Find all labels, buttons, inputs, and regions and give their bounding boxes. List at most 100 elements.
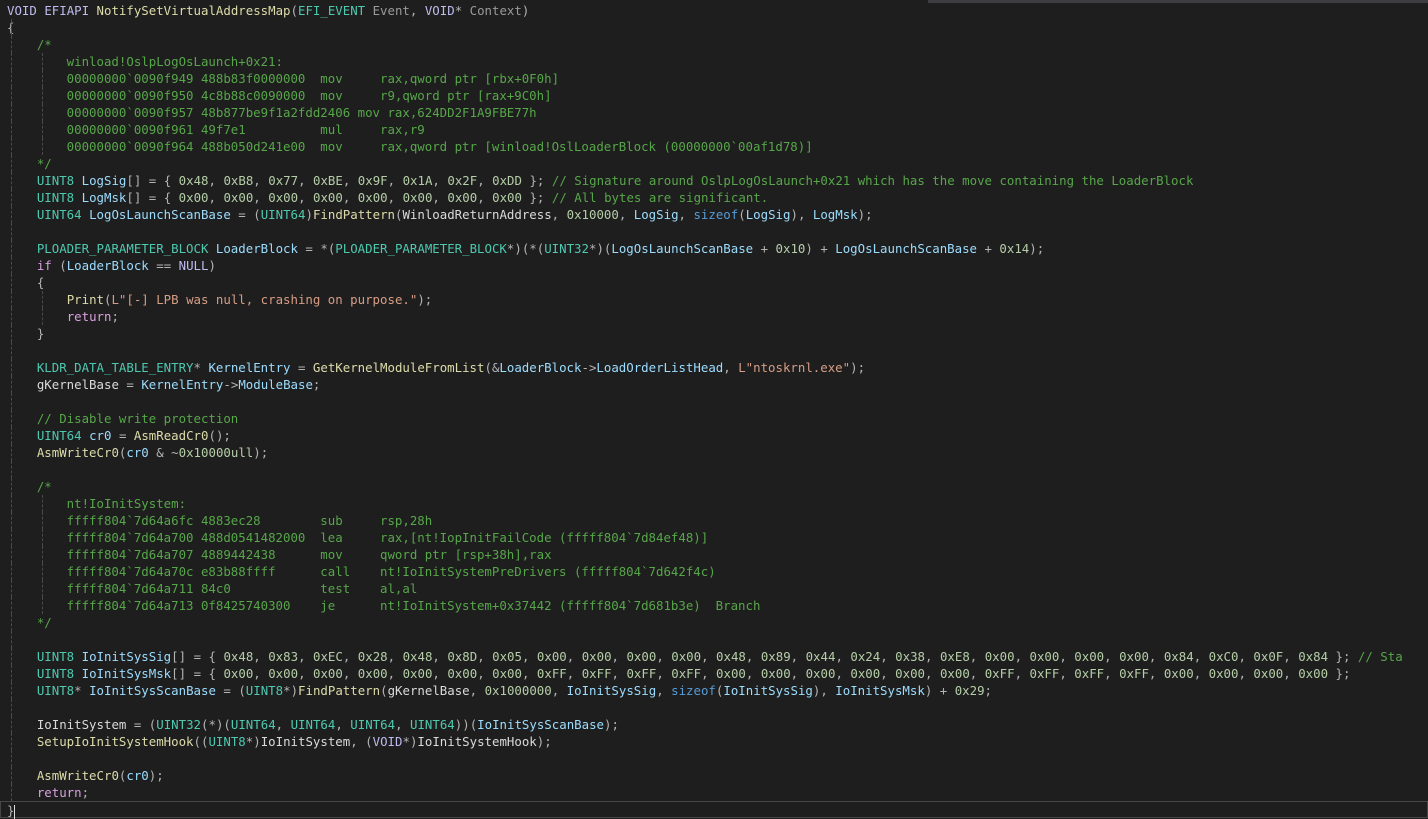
- code-line[interactable]: /*: [0, 478, 1428, 495]
- code-line[interactable]: UINT64 cr0 = AsmReadCr0();: [0, 427, 1428, 444]
- text-caret: [14, 804, 16, 819]
- code-line[interactable]: 00000000`0090f961 49f7e1 mul rax,r9: [0, 121, 1428, 138]
- code-line[interactable]: 00000000`0090f964 488b050d241e00 mov rax…: [0, 138, 1428, 155]
- indent-guide: [11, 70, 12, 87]
- indent-guide: [11, 750, 12, 767]
- code-line[interactable]: IoInitSystem = (UINT32(*)(UINT64, UINT64…: [0, 716, 1428, 733]
- code-line[interactable]: winload!OslpLogOsLaunch+0x21:: [0, 53, 1428, 70]
- code-line[interactable]: Print(L"[-] LPB was null, crashing on pu…: [0, 291, 1428, 308]
- indent-guide: [42, 563, 43, 580]
- indent-guide: [11, 716, 12, 733]
- indent-guide: [11, 563, 12, 580]
- code-line[interactable]: [0, 393, 1428, 410]
- indent-guide: [11, 138, 12, 155]
- indent-guide: [42, 308, 43, 325]
- code-line[interactable]: gKernelBase = KernelEntry->ModuleBase;: [0, 376, 1428, 393]
- code-line[interactable]: {: [0, 274, 1428, 291]
- code-line[interactable]: */: [0, 614, 1428, 631]
- code-line[interactable]: [0, 750, 1428, 767]
- code-line[interactable]: /*: [0, 36, 1428, 53]
- indent-guide: [11, 342, 12, 359]
- indent-guide: [11, 631, 12, 648]
- code-line[interactable]: 00000000`0090f957 48b877be9f1a2fdd2406 m…: [0, 104, 1428, 121]
- indent-guide: [11, 699, 12, 716]
- code-line[interactable]: UINT64 LogOsLaunchScanBase = (UINT64)Fin…: [0, 206, 1428, 223]
- indent-guide: [11, 359, 12, 376]
- indent-guide: [11, 257, 12, 274]
- code-line[interactable]: 00000000`0090f950 4c8b88c0090000 mov r9,…: [0, 87, 1428, 104]
- indent-guide: [11, 189, 12, 206]
- code-line[interactable]: return;: [0, 784, 1428, 801]
- code-line[interactable]: AsmWriteCr0(cr0 & ~0x10000ull);: [0, 444, 1428, 461]
- code-line[interactable]: [0, 342, 1428, 359]
- code-editor[interactable]: VOID EFIAPI NotifySetVirtualAddressMap(E…: [0, 2, 1428, 819]
- indent-guide: [11, 444, 12, 461]
- code-line[interactable]: return;: [0, 308, 1428, 325]
- indent-guide: [11, 580, 12, 597]
- indent-guide: [11, 172, 12, 189]
- indent-guide: [11, 546, 12, 563]
- indent-guide: [11, 427, 12, 444]
- indent-guide: [42, 104, 43, 121]
- indent-guide: [11, 733, 12, 750]
- code-line[interactable]: // Disable write protection: [0, 410, 1428, 427]
- indent-guide: [11, 19, 12, 36]
- code-line[interactable]: */: [0, 155, 1428, 172]
- code-line[interactable]: fffff804`7d64a711 84c0 test al,al: [0, 580, 1428, 597]
- indent-guide: [11, 155, 12, 172]
- code-line[interactable]: UINT8 LogSig[] = { 0x48, 0xB8, 0x77, 0xB…: [0, 172, 1428, 189]
- code-line[interactable]: [0, 631, 1428, 648]
- indent-guide: [42, 70, 43, 87]
- code-line[interactable]: UINT8 IoInitSysSig[] = { 0x48, 0x83, 0xE…: [0, 648, 1428, 665]
- indent-guide: [11, 308, 12, 325]
- code-line[interactable]: AsmWriteCr0(cr0);: [0, 767, 1428, 784]
- indent-guide: [11, 325, 12, 342]
- code-line[interactable]: fffff804`7d64a707 4889442438 mov qword p…: [0, 546, 1428, 563]
- indent-guide: [11, 461, 12, 478]
- indent-guide: [11, 121, 12, 138]
- code-line[interactable]: [0, 699, 1428, 716]
- code-line[interactable]: if (LoaderBlock == NULL): [0, 257, 1428, 274]
- code-line[interactable]: fffff804`7d64a700 488d0541482000 lea rax…: [0, 529, 1428, 546]
- indent-guide: [11, 682, 12, 699]
- indent-guide: [42, 138, 43, 155]
- indent-guide: [11, 36, 12, 53]
- indent-guide: [11, 767, 12, 784]
- indent-guide: [11, 410, 12, 427]
- indent-guide: [11, 240, 12, 257]
- code-line[interactable]: fffff804`7d64a6fc 4883ec28 sub rsp,28h: [0, 512, 1428, 529]
- indent-guide: [42, 546, 43, 563]
- indent-guide: [42, 529, 43, 546]
- indent-guide: [11, 597, 12, 614]
- code-line[interactable]: {: [0, 19, 1428, 36]
- code-line[interactable]: }: [0, 801, 1428, 819]
- code-line[interactable]: nt!IoInitSystem:: [0, 495, 1428, 512]
- indent-guide: [11, 291, 12, 308]
- indent-guide: [42, 512, 43, 529]
- indent-guide: [11, 53, 12, 70]
- indent-guide: [11, 784, 12, 801]
- code-line[interactable]: KLDR_DATA_TABLE_ENTRY* KernelEntry = Get…: [0, 359, 1428, 376]
- indent-guide: [11, 206, 12, 223]
- code-line[interactable]: [0, 461, 1428, 478]
- code-line[interactable]: VOID EFIAPI NotifySetVirtualAddressMap(E…: [0, 2, 1428, 19]
- code-line[interactable]: SetupIoInitSystemHook((UINT8*)IoInitSyst…: [0, 733, 1428, 750]
- indent-guide: [11, 478, 12, 495]
- code-line[interactable]: fffff804`7d64a70c e83b88ffff call nt!IoI…: [0, 563, 1428, 580]
- code-line[interactable]: UINT8* IoInitSysScanBase = (UINT8*)FindP…: [0, 682, 1428, 699]
- code-line[interactable]: UINT8 IoInitSysMsk[] = { 0x00, 0x00, 0x0…: [0, 665, 1428, 682]
- indent-guide: [11, 376, 12, 393]
- indent-guide: [42, 597, 43, 614]
- code-line[interactable]: UINT8 LogMsk[] = { 0x00, 0x00, 0x00, 0x0…: [0, 189, 1428, 206]
- indent-guide: [42, 580, 43, 597]
- code-line[interactable]: 00000000`0090f949 488b83f0000000 mov rax…: [0, 70, 1428, 87]
- code-line[interactable]: fffff804`7d64a713 0f8425740300 je nt!IoI…: [0, 597, 1428, 614]
- indent-guide: [11, 393, 12, 410]
- code-line[interactable]: }: [0, 325, 1428, 342]
- indent-guide: [11, 614, 12, 631]
- code-line[interactable]: [0, 223, 1428, 240]
- indent-guide: [42, 121, 43, 138]
- indent-guide: [11, 529, 12, 546]
- indent-guide: [42, 53, 43, 70]
- code-line[interactable]: PLOADER_PARAMETER_BLOCK LoaderBlock = *(…: [0, 240, 1428, 257]
